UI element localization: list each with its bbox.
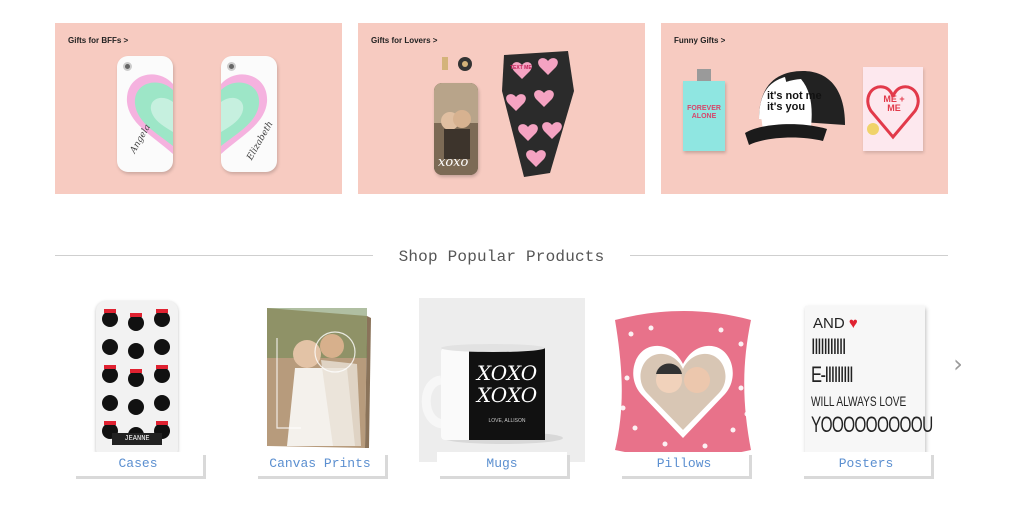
heart-half-left-art bbox=[126, 74, 173, 154]
product-cases[interactable]: JEANNE Cases bbox=[55, 298, 221, 481]
product-mugs[interactable]: XOXO XOXO LOVE, ALLISON Mugs bbox=[419, 298, 585, 481]
poster-line-5: YOOOOOOOOOU bbox=[811, 412, 933, 437]
product-image[interactable]: AND ♥ IIIIIIIIIII E-IIIIIIIII WILL ALWAY… bbox=[783, 298, 949, 462]
banner-gifts-for-bffs[interactable]: Gifts for BFFs > Angela Elizabeth bbox=[55, 23, 342, 194]
product-image[interactable] bbox=[237, 298, 403, 462]
phone-case-left: Angela bbox=[117, 56, 173, 172]
tie-heart-text: TEXT ME bbox=[510, 65, 532, 71]
product-label[interactable]: Posters bbox=[801, 452, 931, 476]
product-posters[interactable]: AND ♥ IIIIIIIIIII E-IIIIIIIII WILL ALWAY… bbox=[783, 298, 949, 481]
product-pillows[interactable]: Pillows bbox=[601, 298, 767, 481]
poster-line-3: E-IIIIIIIII bbox=[811, 362, 854, 387]
banner-label[interactable]: Gifts for BFFs > bbox=[68, 36, 128, 45]
product-label[interactable]: Cases bbox=[73, 452, 203, 476]
section-title: Shop Popular Products bbox=[398, 248, 605, 266]
minnie-phone-case: JEANNE bbox=[96, 301, 178, 459]
flask: FOREVER ALONE bbox=[683, 69, 725, 151]
banner-gifts-for-lovers[interactable]: Gifts for Lovers > xoxo TEXT ME bbox=[358, 23, 645, 194]
greeting-card: ME + ME bbox=[863, 67, 923, 151]
poster-line-1: AND ♥ bbox=[813, 315, 858, 332]
product-label[interactable]: Pillows bbox=[619, 452, 749, 476]
carousel-next-arrow-icon[interactable]: › bbox=[948, 350, 968, 378]
card-text: ME + ME bbox=[883, 94, 905, 113]
xoxo-text: xoxo bbox=[438, 155, 469, 170]
product-label[interactable]: Canvas Prints bbox=[255, 452, 385, 476]
banner-funny-gifts[interactable]: Funny Gifts > FOREVER ALONE it's not me … bbox=[661, 23, 948, 194]
product-image[interactable] bbox=[601, 298, 767, 462]
product-image[interactable]: JEANNE bbox=[55, 298, 221, 462]
poster: AND ♥ IIIIIIIIIII E-IIIIIIIII WILL ALWAY… bbox=[805, 306, 933, 456]
phone-case-right: Elizabeth bbox=[221, 56, 277, 172]
hat-text: it's not me it's you bbox=[767, 90, 822, 113]
banner-label[interactable]: Funny Gifts > bbox=[674, 36, 725, 45]
case-name: JEANNE bbox=[124, 435, 150, 443]
poster-line-2: IIIIIIIIIII bbox=[811, 334, 846, 359]
product-label[interactable]: Mugs bbox=[437, 452, 567, 476]
poster-line-4: WILL ALWAYS LOVE bbox=[811, 393, 907, 409]
wedding-canvas-art bbox=[267, 308, 371, 448]
photo-phone-case: xoxo bbox=[434, 83, 478, 175]
mug-small-text: LOVE, ALLISON bbox=[488, 418, 526, 424]
heart-pillow-art bbox=[615, 311, 751, 458]
mug-text: XOXO XOXO bbox=[476, 361, 538, 407]
product-image[interactable]: XOXO XOXO LOVE, ALLISON bbox=[419, 298, 585, 462]
cufflinks-icon bbox=[442, 57, 472, 71]
flask-text: FOREVER ALONE bbox=[687, 105, 721, 120]
banner-label[interactable]: Gifts for Lovers > bbox=[371, 36, 437, 45]
product-canvas-prints[interactable]: Canvas Prints bbox=[237, 298, 403, 481]
